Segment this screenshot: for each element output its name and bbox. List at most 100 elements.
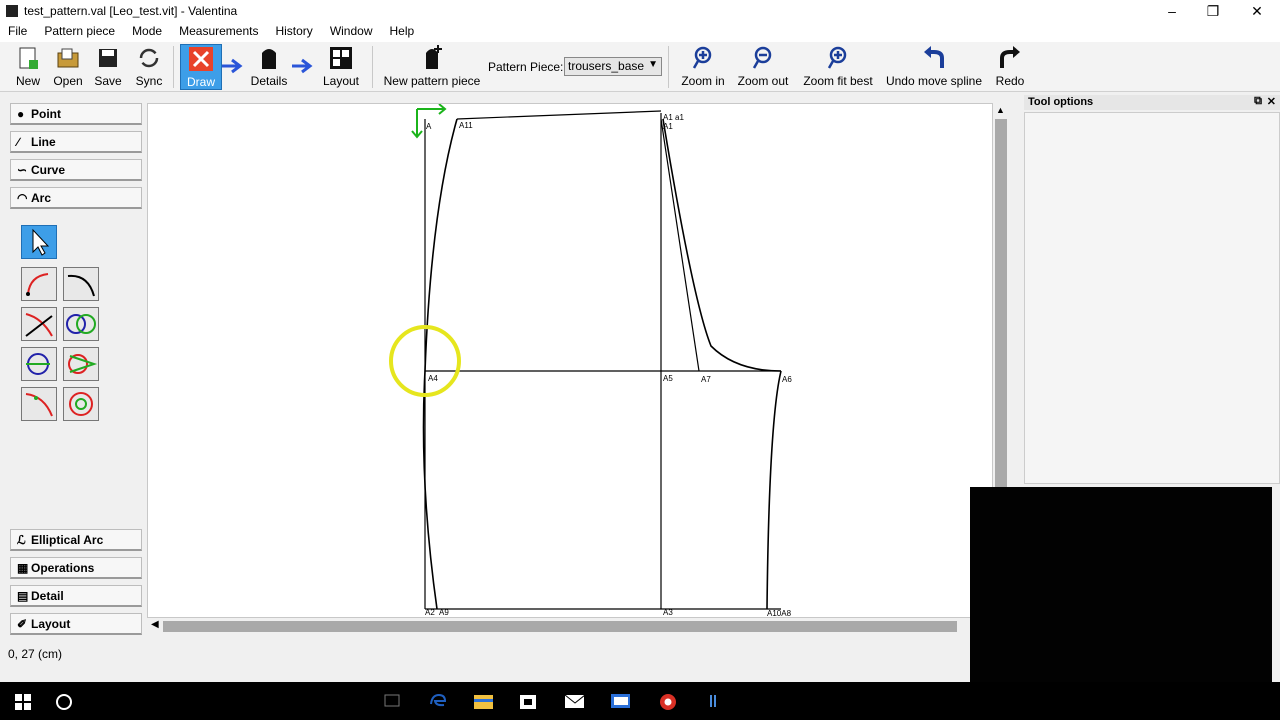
intersect-tool[interactable]: [21, 307, 57, 341]
open-folder-icon: [57, 48, 79, 68]
minimize-icon[interactable]: –: [1152, 0, 1192, 22]
point-label-a4: A4: [428, 374, 438, 383]
cursor-arrow-icon: [32, 228, 50, 256]
close-panel-icon[interactable]: ✕: [1267, 95, 1276, 108]
status-bar: 0, 27 (cm): [0, 645, 1280, 667]
zoom-out-button[interactable]: Zoom out: [734, 44, 792, 90]
circle-tangent-icon: [26, 353, 50, 375]
tool-options-panel: Tool options ⧉ ✕: [1024, 95, 1280, 485]
valentina-taskbar-icon[interactable]: [703, 692, 723, 710]
group-arc[interactable]: ◠ Arc: [10, 187, 142, 209]
line-a11-a1[interactable]: [456, 110, 662, 120]
details-mode-button[interactable]: Details: [248, 44, 290, 90]
zoom-out-icon: [752, 46, 772, 69]
line-a1-a7[interactable]: [660, 118, 700, 372]
sync-button[interactable]: Sync: [130, 44, 168, 90]
point-label-a1b: A1: [663, 122, 673, 131]
group-detail[interactable]: ▤ Detail: [10, 585, 142, 607]
window-title: test_pattern.val [Leo_test.vit] - Valent…: [24, 4, 238, 18]
group-curve[interactable]: ∽ Curve: [10, 159, 142, 181]
group-point[interactable]: ● Point: [10, 103, 142, 125]
new-pattern-piece-button[interactable]: New pattern piece: [380, 44, 484, 90]
task-view-icon[interactable]: [382, 692, 402, 710]
pattern-drawing[interactable]: A A11 A1 a1 A1 A4 A5 A7 A6 A2 A9 A3 A10A…: [148, 103, 994, 619]
pattern-piece-select[interactable]: trousers_base ▼: [564, 57, 662, 76]
circles-icon: [66, 314, 96, 334]
open-button[interactable]: Open: [50, 44, 86, 90]
layout-mode-button[interactable]: Layout: [320, 44, 362, 90]
draw-mode-button[interactable]: Draw: [180, 44, 222, 90]
group-operations[interactable]: ▦ Operations: [10, 557, 142, 579]
point-label-a6: A6: [782, 375, 792, 384]
arc-circle-tool[interactable]: [63, 387, 99, 421]
edge-browser-icon[interactable]: [428, 692, 448, 710]
back-rise-curve[interactable]: [662, 118, 782, 372]
arc-tool-icon: [26, 273, 49, 296]
zoom-in-icon: [692, 46, 712, 69]
point-label-a11: A11: [459, 121, 473, 130]
close-icon[interactable]: ✕: [1237, 0, 1277, 22]
point-label-a2: A2: [425, 608, 435, 617]
title-bar: test_pattern.val [Leo_test.vit] - Valent…: [0, 0, 1280, 22]
arc-tool[interactable]: [21, 267, 57, 301]
point-label-a9: A9: [439, 608, 449, 617]
mail-icon[interactable]: [564, 692, 584, 710]
circle-tangent-tool[interactable]: [21, 347, 57, 381]
horizontal-scrollbar[interactable]: ◀: [147, 618, 971, 634]
curve-icon: ∽: [17, 163, 28, 177]
menu-pattern-piece[interactable]: Pattern piece: [36, 22, 124, 42]
zoom-in-button[interactable]: Zoom in: [676, 44, 730, 90]
file-explorer-icon[interactable]: [473, 692, 493, 710]
restore-icon[interactable]: ❐: [1193, 0, 1233, 22]
menu-measurements[interactable]: Measurements: [171, 22, 267, 42]
undo-button[interactable]: Undo move spline: [884, 44, 984, 90]
menu-mode[interactable]: Mode: [124, 22, 171, 42]
side-seam-curve[interactable]: [766, 370, 782, 610]
circles-tool[interactable]: [63, 307, 99, 341]
group-line[interactable]: ∕ Line: [10, 131, 142, 153]
toolbar-separator: [668, 46, 669, 88]
new-piece-icon: [426, 45, 442, 69]
scroll-up-icon[interactable]: ▲: [996, 105, 1005, 115]
undock-icon[interactable]: ⧉: [1254, 95, 1262, 108]
point-label-a7: A7: [701, 375, 711, 384]
windows-start-icon[interactable]: [14, 693, 34, 711]
arc-length-icon: [25, 393, 53, 417]
zoom-fit-best-button[interactable]: Zoom fit best: [798, 44, 878, 90]
group-elliptical-arc[interactable]: ℒ Elliptical Arc: [10, 529, 142, 551]
line-icon: ∕: [17, 135, 20, 149]
search-circle-icon[interactable]: [54, 692, 74, 710]
store-icon[interactable]: [518, 692, 538, 710]
menu-file[interactable]: File: [0, 22, 36, 42]
point-label-a10a8: A10A8: [767, 609, 792, 618]
vertical-scroll-thumb[interactable]: [995, 119, 1007, 491]
undo-icon: [924, 46, 944, 68]
operations-icon: ▦: [17, 561, 29, 575]
drawing-canvas[interactable]: A A11 A1 a1 A1 A4 A5 A7 A6 A2 A9 A3 A10A…: [147, 103, 993, 618]
point-icon: ●: [17, 107, 25, 121]
horizontal-scroll-thumb[interactable]: [163, 621, 957, 632]
layout-icon: [330, 47, 352, 69]
group-layout[interactable]: ✐ Layout: [10, 613, 142, 635]
new-file-icon: [19, 47, 38, 69]
save-button[interactable]: Save: [90, 44, 126, 90]
menu-bar: File Pattern piece Mode Measurements His…: [0, 22, 1280, 42]
arc-length-tool[interactable]: [21, 387, 57, 421]
new-button[interactable]: New: [10, 44, 46, 90]
point-label-a3: A3: [663, 608, 673, 617]
menu-window[interactable]: Window: [322, 22, 382, 42]
zoom-fit-icon: [827, 46, 847, 69]
arc-radius-tool[interactable]: [63, 267, 99, 301]
intersect-icon: [25, 313, 53, 337]
toolbar-separator: [173, 46, 174, 88]
tool-options-title: Tool options: [1028, 96, 1094, 108]
app-window-icon[interactable]: [610, 692, 630, 710]
tangent-point-tool[interactable]: [63, 347, 99, 381]
redo-button[interactable]: Redo: [990, 44, 1030, 90]
scroll-left-icon[interactable]: ◀: [151, 619, 159, 630]
menu-help[interactable]: Help: [382, 22, 424, 42]
taskbar: [0, 682, 1280, 720]
menu-history[interactable]: History: [267, 22, 321, 42]
pointer-tool[interactable]: [21, 225, 57, 259]
chrome-icon[interactable]: [657, 692, 677, 710]
